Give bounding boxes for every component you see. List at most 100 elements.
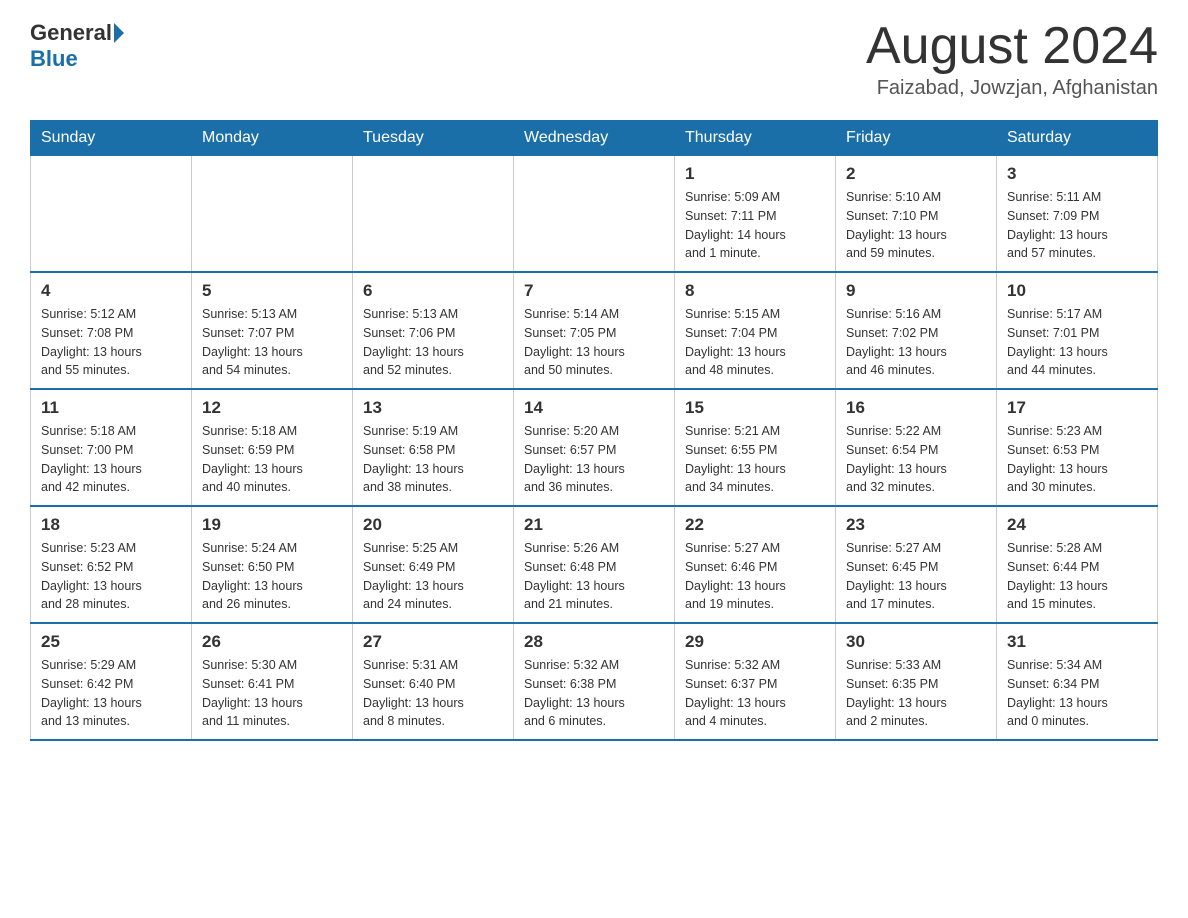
day-info: Sunrise: 5:32 AMSunset: 6:37 PMDaylight:… [685,656,825,731]
calendar-cell: 28 Sunrise: 5:32 AMSunset: 6:38 PMDayligh… [514,623,675,740]
day-info: Sunrise: 5:34 AMSunset: 6:34 PMDaylight:… [1007,656,1147,731]
logo: General Blue [30,20,126,72]
calendar-cell [353,156,514,273]
day-info: Sunrise: 5:31 AMSunset: 6:40 PMDaylight:… [363,656,503,731]
day-number: 4 [41,281,181,301]
calendar-cell: 16Sunrise: 5:22 AMSunset: 6:54 PMDayligh… [836,389,997,506]
day-info: Sunrise: 5:32 AMSunset: 6:38 PMDaylight:… [524,656,664,731]
day-number: 7 [524,281,664,301]
day-info: Sunrise: 5:13 AMSunset: 7:07 PMDaylight:… [202,305,342,380]
day-number: 11 [41,398,181,418]
calendar-cell: 8 Sunrise: 5:15 AMSunset: 7:04 PMDaylight… [675,272,836,389]
day-info: Sunrise: 5:16 AMSunset: 7:02 PMDaylight:… [846,305,986,380]
day-info: Sunrise: 5:30 AMSunset: 6:41 PMDaylight:… [202,656,342,731]
day-info: Sunrise: 5:27 AMSunset: 6:45 PMDaylight:… [846,539,986,614]
calendar-cell [514,156,675,273]
calendar-cell: 31 Sunrise: 5:34 AMSunset: 6:34 PMDayligh… [997,623,1158,740]
day-info: Sunrise: 5:15 AMSunset: 7:04 PMDaylight:… [685,305,825,380]
day-info: Sunrise: 5:09 AMSunset: 7:11 PMDaylight:… [685,188,825,263]
day-info: Sunrise: 5:20 AMSunset: 6:57 PMDaylight:… [524,422,664,497]
day-number: 1 [685,164,825,184]
weekday-header-monday: Monday [192,121,353,156]
calendar-cell: 25Sunrise: 5:29 AMSunset: 6:42 PMDayligh… [31,623,192,740]
day-info: Sunrise: 5:11 AMSunset: 7:09 PMDaylight:… [1007,188,1147,263]
calendar-cell: 11 Sunrise: 5:18 AMSunset: 7:00 PMDayligh… [31,389,192,506]
weekday-header-tuesday: Tuesday [353,121,514,156]
calendar-cell: 5 Sunrise: 5:13 AMSunset: 7:07 PMDaylight… [192,272,353,389]
calendar-cell: 1 Sunrise: 5:09 AMSunset: 7:11 PMDaylight… [675,156,836,273]
day-number: 17 [1007,398,1147,418]
calendar-cell: 3 Sunrise: 5:11 AMSunset: 7:09 PMDaylight… [997,156,1158,273]
weekday-header-friday: Friday [836,121,997,156]
day-number: 10 [1007,281,1147,301]
day-number: 16 [846,398,986,418]
calendar-cell: 20 Sunrise: 5:25 AMSunset: 6:49 PMDayligh… [353,506,514,623]
calendar-cell [192,156,353,273]
calendar-cell: 22Sunrise: 5:27 AMSunset: 6:46 PMDayligh… [675,506,836,623]
calendar-cell: 12 Sunrise: 5:18 AMSunset: 6:59 PMDayligh… [192,389,353,506]
weekday-header-wednesday: Wednesday [514,121,675,156]
calendar-header-row: SundayMondayTuesdayWednesdayThursdayFrid… [31,121,1158,156]
day-info: Sunrise: 5:17 AMSunset: 7:01 PMDaylight:… [1007,305,1147,380]
calendar-week-1: 1 Sunrise: 5:09 AMSunset: 7:11 PMDaylight… [31,156,1158,273]
title-block: August 2024 Faizabad, Jowzjan, Afghanist… [866,20,1158,100]
calendar-week-4: 18 Sunrise: 5:23 AMSunset: 6:52 PMDayligh… [31,506,1158,623]
month-title: August 2024 [866,20,1158,72]
calendar-cell: 9Sunrise: 5:16 AMSunset: 7:02 PMDaylight… [836,272,997,389]
day-info: Sunrise: 5:12 AMSunset: 7:08 PMDaylight:… [41,305,181,380]
day-number: 21 [524,515,664,535]
calendar-week-5: 25Sunrise: 5:29 AMSunset: 6:42 PMDayligh… [31,623,1158,740]
day-info: Sunrise: 5:29 AMSunset: 6:42 PMDaylight:… [41,656,181,731]
calendar-cell: 24 Sunrise: 5:28 AMSunset: 6:44 PMDayligh… [997,506,1158,623]
location: Faizabad, Jowzjan, Afghanistan [866,77,1158,100]
weekday-header-sunday: Sunday [31,121,192,156]
page-header: General Blue August 2024 Faizabad, Jowzj… [30,20,1158,100]
day-number: 12 [202,398,342,418]
logo-blue-text: Blue [30,46,78,72]
day-info: Sunrise: 5:21 AMSunset: 6:55 PMDaylight:… [685,422,825,497]
day-info: Sunrise: 5:19 AMSunset: 6:58 PMDaylight:… [363,422,503,497]
day-number: 23 [846,515,986,535]
day-info: Sunrise: 5:23 AMSunset: 6:53 PMDaylight:… [1007,422,1147,497]
day-info: Sunrise: 5:26 AMSunset: 6:48 PMDaylight:… [524,539,664,614]
calendar-cell: 29 Sunrise: 5:32 AMSunset: 6:37 PMDayligh… [675,623,836,740]
day-number: 31 [1007,632,1147,652]
calendar-cell: 2Sunrise: 5:10 AMSunset: 7:10 PMDaylight… [836,156,997,273]
calendar-cell: 26Sunrise: 5:30 AMSunset: 6:41 PMDayligh… [192,623,353,740]
calendar-cell: 18 Sunrise: 5:23 AMSunset: 6:52 PMDayligh… [31,506,192,623]
logo-arrow-icon [114,23,124,43]
weekday-header-thursday: Thursday [675,121,836,156]
day-number: 5 [202,281,342,301]
day-info: Sunrise: 5:23 AMSunset: 6:52 PMDaylight:… [41,539,181,614]
day-number: 3 [1007,164,1147,184]
day-number: 24 [1007,515,1147,535]
calendar-cell: 27 Sunrise: 5:31 AMSunset: 6:40 PMDayligh… [353,623,514,740]
logo-general-text: General [30,20,112,46]
calendar-table: SundayMondayTuesdayWednesdayThursdayFrid… [30,120,1158,741]
day-info: Sunrise: 5:27 AMSunset: 6:46 PMDaylight:… [685,539,825,614]
day-info: Sunrise: 5:25 AMSunset: 6:49 PMDaylight:… [363,539,503,614]
calendar-cell: 15Sunrise: 5:21 AMSunset: 6:55 PMDayligh… [675,389,836,506]
calendar-cell: 13 Sunrise: 5:19 AMSunset: 6:58 PMDayligh… [353,389,514,506]
calendar-cell: 7Sunrise: 5:14 AMSunset: 7:05 PMDaylight… [514,272,675,389]
day-number: 2 [846,164,986,184]
day-number: 30 [846,632,986,652]
day-info: Sunrise: 5:18 AMSunset: 6:59 PMDaylight:… [202,422,342,497]
day-info: Sunrise: 5:18 AMSunset: 7:00 PMDaylight:… [41,422,181,497]
day-number: 19 [202,515,342,535]
day-number: 28 [524,632,664,652]
day-number: 27 [363,632,503,652]
day-number: 18 [41,515,181,535]
calendar-cell: 14Sunrise: 5:20 AMSunset: 6:57 PMDayligh… [514,389,675,506]
calendar-cell: 10 Sunrise: 5:17 AMSunset: 7:01 PMDayligh… [997,272,1158,389]
day-number: 29 [685,632,825,652]
calendar-week-3: 11 Sunrise: 5:18 AMSunset: 7:00 PMDayligh… [31,389,1158,506]
day-number: 20 [363,515,503,535]
day-info: Sunrise: 5:13 AMSunset: 7:06 PMDaylight:… [363,305,503,380]
day-number: 6 [363,281,503,301]
day-info: Sunrise: 5:24 AMSunset: 6:50 PMDaylight:… [202,539,342,614]
day-number: 13 [363,398,503,418]
calendar-cell: 6 Sunrise: 5:13 AMSunset: 7:06 PMDaylight… [353,272,514,389]
day-info: Sunrise: 5:28 AMSunset: 6:44 PMDaylight:… [1007,539,1147,614]
day-number: 8 [685,281,825,301]
